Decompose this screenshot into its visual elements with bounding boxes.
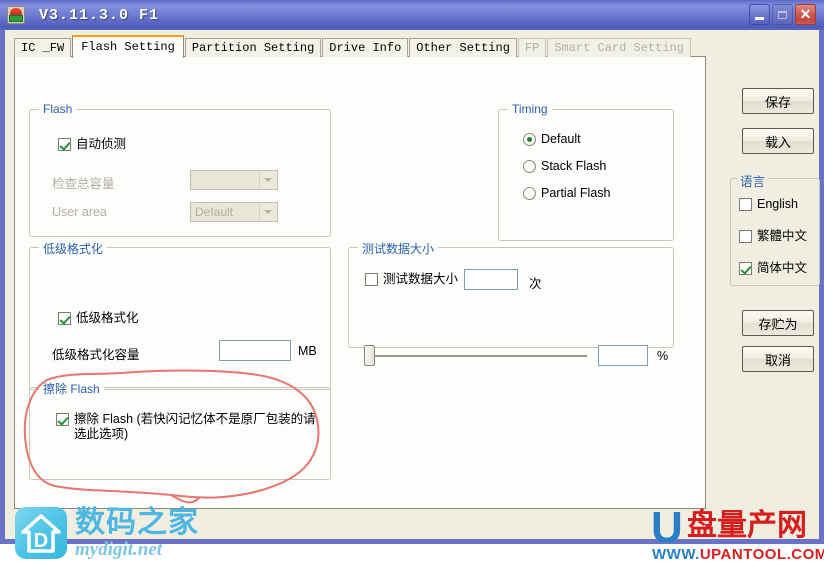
house-icon: D — [21, 514, 61, 553]
tab-flash-setting[interactable]: Flash Setting — [72, 35, 184, 58]
language-traditional-chinese-label: 繁體中文 — [757, 229, 808, 243]
test-data-size-label: 测试数据大小 — [383, 272, 459, 286]
flash-setting-panel: Flash 自动侦测 检查总容量 User area Default Timin… — [14, 56, 706, 509]
timing-partial-flash-label: Partial Flash — [541, 186, 611, 200]
erase-flash-checkbox-box[interactable] — [56, 413, 69, 426]
radio-dot-partial-flash[interactable] — [523, 186, 536, 200]
watermark-right-cn: 盘量产网 — [687, 508, 807, 543]
timing-radio-partial-flash[interactable]: Partial Flash — [523, 186, 610, 200]
tab-other-setting[interactable]: Other Setting — [409, 38, 517, 57]
load-button[interactable]: 载入 — [742, 128, 814, 154]
low-level-capacity-input[interactable] — [219, 340, 291, 361]
window-controls: ✕ — [749, 4, 816, 25]
close-button[interactable]: ✕ — [795, 4, 816, 25]
watermark-url-suffix: .COM — [786, 546, 824, 563]
test-data-size-checkbox-box[interactable] — [365, 273, 378, 286]
timing-default-label: Default — [541, 132, 581, 146]
chevron-down-icon — [259, 204, 276, 220]
chevron-down-icon — [259, 172, 276, 188]
house-logo-icon: D — [15, 507, 67, 559]
radio-dot-default[interactable] — [523, 132, 536, 146]
application-window: V3.11.3.0 F1 ✕ IC _FW Flash Setting Part… — [0, 0, 824, 563]
language-checkbox-traditional-chinese[interactable]: 繁體中文 — [739, 229, 807, 244]
save-button[interactable]: 保存 — [742, 88, 814, 114]
watermark-upantool: U 盘量产网 WWW.UPANTOOL.COM — [651, 503, 824, 564]
watermark-left-text: 数码之家 mydigit.net — [75, 504, 199, 560]
title-bar: V3.11.3.0 F1 ✕ — [0, 0, 824, 30]
language-group-title: 语言 — [737, 171, 769, 190]
maximize-button — [772, 4, 793, 25]
test-count-input[interactable] — [464, 269, 518, 290]
tab-drive-info[interactable]: Drive Info — [322, 38, 409, 57]
watermark-right-u: U — [651, 503, 683, 552]
percent-input[interactable] — [598, 345, 648, 366]
erase-flash-group: 擦除 Flash 擦除 Flash (若快闪记忆体不是原厂包装的请选此选项) — [29, 380, 331, 480]
low-level-format-label: 低级格式化 — [76, 311, 139, 325]
tab-fp: FP — [517, 38, 547, 57]
window-title: V3.11.3.0 F1 — [39, 6, 160, 24]
test-data-size-group: 测试数据大小 测试数据大小 次 % — [348, 240, 674, 366]
erase-flash-label: 擦除 Flash (若快闪记忆体不是原厂包装的请选此选项) — [74, 412, 316, 441]
tab-smart-card-setting: Smart Card Setting — [547, 38, 691, 57]
test-count-unit: 次 — [529, 277, 542, 291]
user-area-value: Default — [195, 205, 234, 219]
cancel-button[interactable]: 取消 — [742, 346, 814, 372]
timing-radio-default[interactable]: Default — [523, 132, 581, 146]
low-level-format-checkbox-box[interactable] — [58, 312, 71, 325]
watermark-left-en: mydigit.net — [75, 538, 163, 560]
erase-flash-checkbox[interactable]: 擦除 Flash (若快闪记忆体不是原厂包装的请选此选项) — [56, 412, 318, 442]
timing-group-title: Timing — [508, 102, 552, 116]
user-area-combo: Default — [190, 202, 278, 222]
language-simplified-chinese-checkbox-box[interactable] — [739, 262, 752, 275]
radio-dot-stack-flash[interactable] — [523, 159, 536, 173]
watermark-mydigit: D 数码之家 mydigit.net — [15, 502, 207, 564]
auto-detect-label: 自动侦测 — [76, 137, 127, 151]
percent-unit: % — [657, 349, 669, 363]
save-as-button[interactable]: 存贮为 — [742, 310, 814, 336]
low-level-format-group-title: 低级格式化 — [39, 240, 108, 257]
watermark-left-cn: 数码之家 — [75, 504, 199, 540]
svg-text:D: D — [34, 530, 48, 552]
erase-flash-group-title: 擦除 Flash — [39, 380, 104, 397]
test-data-size-checkbox[interactable]: 测试数据大小 — [365, 272, 458, 287]
percent-slider-track[interactable] — [372, 355, 587, 357]
language-checkbox-simplified-chinese[interactable]: 简体中文 — [739, 261, 807, 276]
tab-strip: IC _FW Flash Setting Partition Setting D… — [14, 35, 692, 58]
language-simplified-chinese-label: 简体中文 — [757, 261, 808, 275]
tab-partition-setting[interactable]: Partition Setting — [184, 38, 322, 57]
timing-group: Timing Default Stack Flash Partial Flash — [498, 102, 674, 241]
minimize-button[interactable] — [749, 4, 770, 25]
app-logo-icon — [7, 6, 25, 24]
user-area-label: User area — [52, 205, 107, 219]
flash-group-title: Flash — [39, 102, 77, 116]
timing-stack-flash-label: Stack Flash — [541, 159, 607, 173]
total-capacity-combo — [190, 170, 278, 190]
watermark-right-url: WWW.UPANTOOL.COM — [652, 546, 824, 563]
auto-detect-checkbox-box[interactable] — [58, 138, 71, 151]
total-capacity-label: 检查总容量 — [52, 177, 115, 191]
language-english-label: English — [757, 197, 798, 211]
flash-group: Flash 自动侦测 检查总容量 User area Default — [29, 102, 331, 237]
tab-ic-fw[interactable]: IC _FW — [14, 38, 72, 57]
language-english-checkbox-box[interactable] — [739, 198, 752, 211]
watermark-url-main: UPANTOOL — [699, 546, 787, 563]
percent-slider-thumb[interactable] — [364, 345, 375, 366]
low-level-capacity-unit: MB — [298, 344, 317, 358]
language-group: 语言 English 繁體中文 简体中文 — [730, 171, 820, 286]
language-traditional-chinese-checkbox-box[interactable] — [739, 230, 752, 243]
watermark-url-prefix: WWW. — [652, 546, 700, 563]
timing-radio-stack-flash[interactable]: Stack Flash — [523, 159, 606, 173]
low-level-format-checkbox[interactable]: 低级格式化 — [58, 311, 139, 326]
test-data-size-group-title: 测试数据大小 — [358, 240, 439, 257]
low-level-capacity-label: 低级格式化容量 — [52, 348, 140, 362]
low-level-format-group: 低级格式化 低级格式化 低级格式化容量 MB — [29, 240, 331, 390]
auto-detect-checkbox[interactable]: 自动侦测 — [58, 137, 126, 152]
client-area: IC _FW Flash Setting Partition Setting D… — [5, 30, 824, 563]
language-checkbox-english[interactable]: English — [739, 197, 798, 212]
